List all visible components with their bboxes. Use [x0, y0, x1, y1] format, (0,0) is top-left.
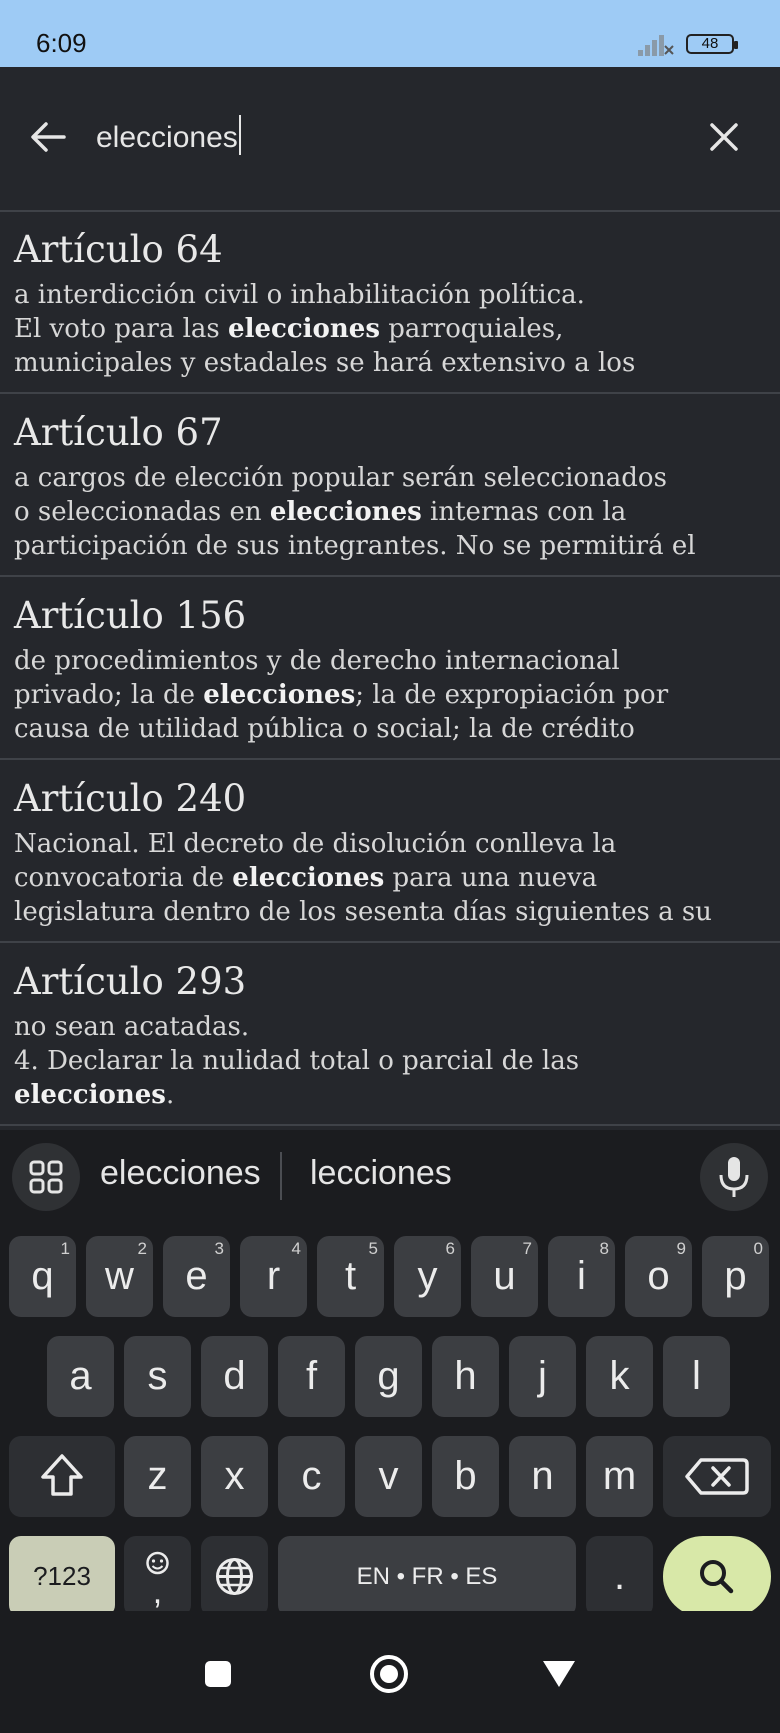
backspace-icon — [685, 1458, 749, 1495]
key-g[interactable]: g — [355, 1336, 422, 1417]
microphone-icon — [719, 1157, 749, 1197]
signal-icon — [638, 35, 674, 56]
result-item[interactable]: Artículo 293 no sean acatadas. 4. Declar… — [0, 944, 780, 1126]
key-f[interactable]: f — [278, 1336, 345, 1417]
key-o[interactable]: o9 — [625, 1236, 692, 1317]
result-title: Artículo 156 — [14, 594, 247, 637]
key-t[interactable]: t5 — [317, 1236, 384, 1317]
result-snippet-line: privado; la de elecciones; la de expropi… — [14, 680, 669, 710]
suggestion-divider — [280, 1152, 282, 1200]
key-p[interactable]: p0 — [702, 1236, 769, 1317]
key-d[interactable]: d — [201, 1336, 268, 1417]
back-arrow-icon[interactable] — [28, 117, 68, 157]
result-title: Artículo 293 — [14, 960, 247, 1003]
search-bar: elecciones — [0, 67, 780, 212]
text-caret — [238, 115, 241, 155]
grid-icon — [29, 1160, 63, 1194]
key-h[interactable]: h — [432, 1336, 499, 1417]
results-list: Artículo 64 a interdicción civil o inhab… — [0, 212, 780, 1127]
key-w[interactable]: w2 — [86, 1236, 153, 1317]
navigation-bar — [0, 1611, 780, 1733]
space-key[interactable]: EN • FR • ES — [278, 1536, 576, 1617]
result-snippet-line: de procedimientos y de derecho internaci… — [14, 646, 620, 676]
key-m[interactable]: m — [586, 1436, 653, 1517]
key-j[interactable]: j — [509, 1336, 576, 1417]
search-query: elecciones — [96, 121, 238, 154]
key-a[interactable]: a — [47, 1336, 114, 1417]
symbols-key[interactable]: ?123 — [9, 1536, 115, 1617]
result-item[interactable]: Artículo 156 de procedimientos y de dere… — [0, 578, 780, 760]
result-snippet-line: o seleccionadas en elecciones internas c… — [14, 497, 627, 527]
globe-icon — [216, 1558, 253, 1595]
suggestion-2[interactable]: lecciones — [310, 1154, 452, 1193]
result-snippet-line: legislatura dentro de los sesenta días s… — [14, 897, 712, 927]
emoji-comma-key[interactable]: , — [124, 1536, 191, 1617]
home-icon[interactable] — [369, 1654, 409, 1694]
key-z[interactable]: z — [124, 1436, 191, 1517]
result-title: Artículo 64 — [14, 228, 223, 271]
result-snippet-line: El voto para las elecciones parroquiales… — [14, 314, 564, 344]
key-c[interactable]: c — [278, 1436, 345, 1517]
result-title: Artículo 67 — [14, 411, 223, 454]
key-s[interactable]: s — [124, 1336, 191, 1417]
suggestions-bar: elecciones lecciones — [0, 1130, 780, 1220]
result-snippet-line: participación de sus integrantes. No se … — [14, 531, 696, 561]
close-icon[interactable] — [706, 119, 742, 155]
result-snippet-line: 4. Declarar la nulidad total o parcial d… — [14, 1046, 580, 1076]
result-item[interactable]: Artículo 64 a interdicción civil o inhab… — [0, 212, 780, 394]
key-q[interactable]: q1 — [9, 1236, 76, 1317]
search-key[interactable] — [663, 1536, 771, 1617]
key-v[interactable]: v — [355, 1436, 422, 1517]
key-u[interactable]: u7 — [471, 1236, 538, 1317]
key-k[interactable]: k — [586, 1336, 653, 1417]
key-r[interactable]: r4 — [240, 1236, 307, 1317]
key-i[interactable]: i8 — [548, 1236, 615, 1317]
recents-icon[interactable] — [204, 1660, 232, 1688]
search-input[interactable]: elecciones — [96, 115, 241, 155]
keyboard: elecciones lecciones q1 w2 e3 r4 t5 y6 u… — [0, 1130, 780, 1617]
result-item[interactable]: Artículo 67 a cargos de elección popular… — [0, 395, 780, 577]
key-n[interactable]: n — [509, 1436, 576, 1517]
battery-level: 48 — [701, 35, 719, 52]
key-x[interactable]: x — [201, 1436, 268, 1517]
shift-key[interactable] — [9, 1436, 115, 1517]
battery-icon: 48 — [686, 34, 738, 54]
voice-input-button[interactable] — [700, 1143, 768, 1211]
result-snippet-line: municipales y estadales se hará extensiv… — [14, 348, 636, 378]
result-snippet-line: no sean acatadas. — [14, 1012, 250, 1042]
status-time: 6:09 — [36, 28, 87, 58]
backspace-key[interactable] — [663, 1436, 771, 1517]
key-e[interactable]: e3 — [163, 1236, 230, 1317]
search-icon — [700, 1560, 734, 1594]
status-bar: 6:09 48 — [0, 0, 780, 67]
result-title: Artículo 240 — [14, 777, 247, 820]
key-b[interactable]: b — [432, 1436, 499, 1517]
back-nav-icon[interactable] — [542, 1660, 576, 1688]
key-l[interactable]: l — [663, 1336, 730, 1417]
result-snippet-line: convocatoria de elecciones para una nuev… — [14, 863, 598, 893]
result-snippet-line: a interdicción civil o inhabilitación po… — [14, 280, 585, 310]
result-snippet-line: a cargos de elección popular serán selec… — [14, 463, 667, 493]
result-item[interactable]: Artículo 240 Nacional. El decreto de dis… — [0, 761, 780, 943]
suggestion-1[interactable]: elecciones — [100, 1154, 261, 1193]
keyboard-menu-button[interactable] — [12, 1143, 80, 1211]
period-key[interactable]: . — [586, 1536, 653, 1617]
result-snippet-line: elecciones. — [14, 1080, 175, 1110]
language-key[interactable] — [201, 1536, 268, 1617]
result-snippet-line: Nacional. El decreto de disolución conll… — [14, 829, 617, 859]
result-snippet-line: causa de utilidad pública o social; la d… — [14, 714, 635, 744]
key-y[interactable]: y6 — [394, 1236, 461, 1317]
shift-icon — [41, 1454, 83, 1496]
